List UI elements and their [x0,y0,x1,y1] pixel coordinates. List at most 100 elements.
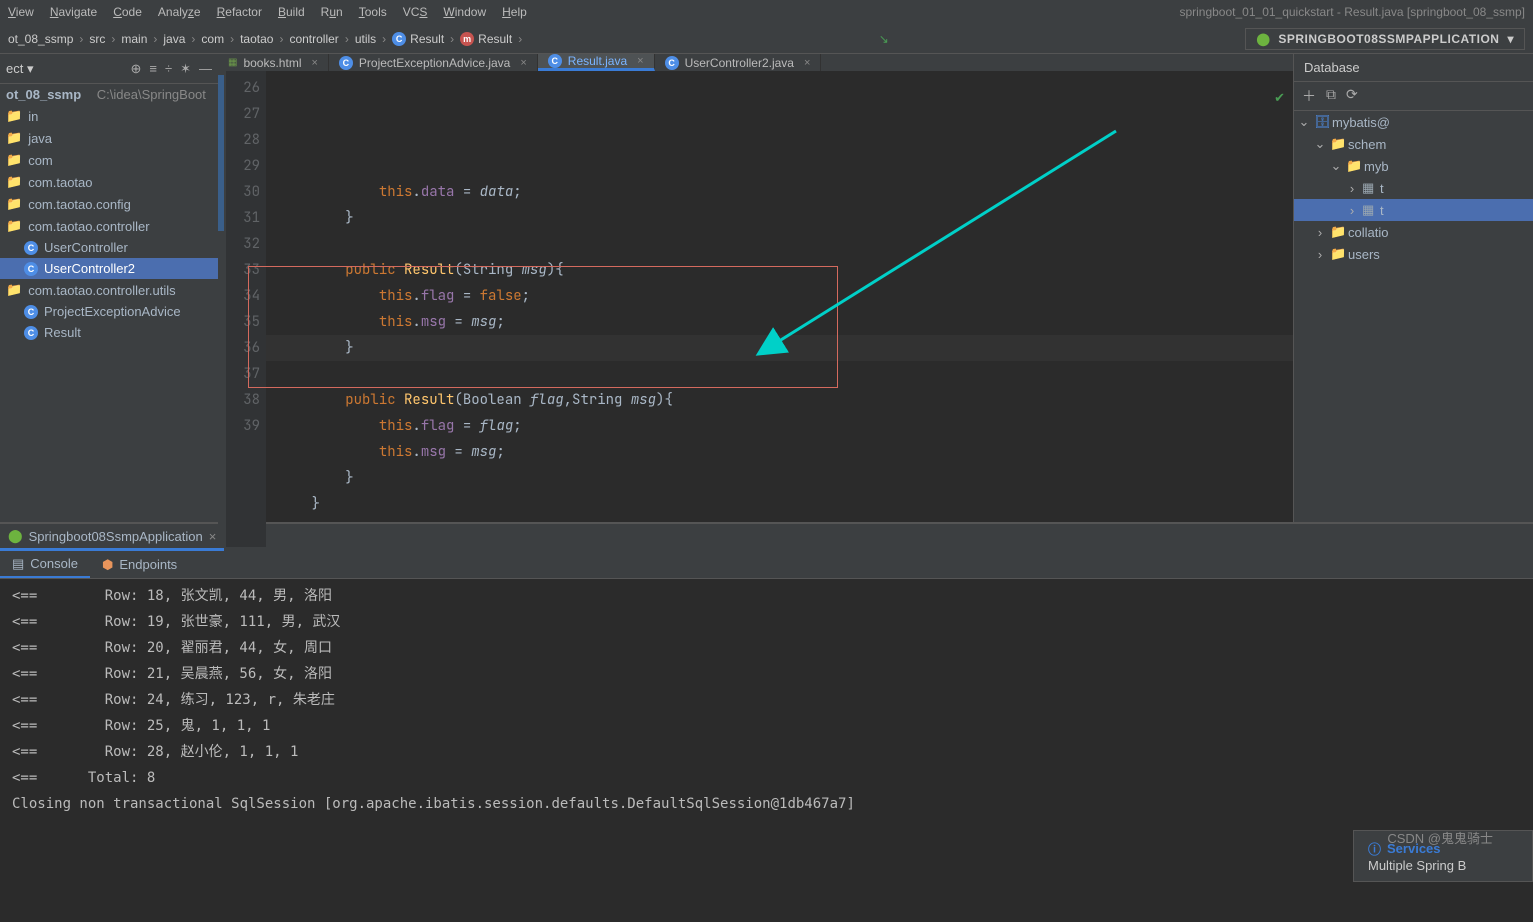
menu-item[interactable]: Navigate [50,5,97,19]
db-item-label: users [1348,247,1380,262]
class-icon: C [548,54,562,68]
run-tool-window: ⬤ Springboot08SsmpApplication × ▤Console… [0,522,1533,882]
db-tree-item[interactable]: ⌄🗄mybatis@ [1294,111,1533,133]
menu-item[interactable]: Code [113,5,142,19]
tree-item[interactable]: 📁com [0,149,218,171]
code-editor[interactable]: 2627282930313233343536373839 this.data =… [218,71,1293,547]
breadcrumb-item[interactable]: java [163,32,185,46]
change-marker-gutter [218,71,226,547]
chevron-down-icon: ▾ [1507,32,1514,46]
breadcrumb-item[interactable]: src [89,32,105,46]
chevron-icon: › [1346,203,1358,218]
menu-item[interactable]: Tools [359,5,387,19]
breadcrumb-item[interactable]: CResult [392,32,444,46]
editor-tab[interactable]: C Result.java × [538,54,655,71]
tree-item[interactable]: 📁 in [0,105,218,127]
editor-tabs: ▦books.html×CProjectExceptionAdvice.java… [218,54,1293,71]
breadcrumb-item[interactable]: controller [289,32,338,46]
tree-item[interactable]: CProjectExceptionAdvice [0,301,218,322]
breadcrumb-item[interactable]: main [121,32,147,46]
refresh-icon[interactable]: ⟳ [1346,86,1358,106]
tool-window-tab[interactable]: ▤Console [0,552,90,578]
editor-tab[interactable]: ▦books.html× [218,54,329,71]
tree-item-label: in [28,109,38,124]
console-output[interactable]: <== Row: 18, 张文凯, 44, 男, 洛阳 <== Row: 19,… [0,579,1533,882]
menu-item[interactable]: Window [443,5,486,19]
breadcrumb-item[interactable]: mResult [460,32,512,46]
folder-icon: 📁 [1330,246,1344,262]
db-tree-item[interactable]: ⌄📁schem [1294,133,1533,155]
tab-label: Result.java [568,54,627,68]
tree-item[interactable]: 📁 java [0,127,218,149]
tree-item-label: UserController2 [44,261,135,276]
db-tree-item[interactable]: ›📁collatio [1294,221,1533,243]
breadcrumb-item[interactable]: com [201,32,224,46]
menu-item[interactable]: View [8,5,34,19]
breadcrumb-item[interactable]: taotao [240,32,273,46]
run-tab[interactable]: ⬤ Springboot08SsmpApplication × [0,524,224,551]
tree-item-label: java [28,131,52,146]
close-icon[interactable]: × [804,57,810,69]
folder-icon: 📁 [1330,224,1344,240]
menu-item[interactable]: Build [278,5,305,19]
menu-item[interactable]: Analyze [158,5,201,19]
class-icon: C [24,241,38,255]
db-item-label: t [1380,203,1384,218]
duplicate-icon[interactable]: ⧉ [1326,86,1336,106]
close-icon[interactable]: × [637,55,643,67]
tree-item[interactable]: 📁com.taotao.controller.utils [0,279,218,301]
tree-item[interactable]: 📁 com.taotao [0,171,218,193]
chevron-icon: › [1314,247,1326,262]
db-tree-item[interactable]: ⌄📁 myb [1294,155,1533,177]
console-icon: ▤ [12,556,24,572]
folder-icon: 📁 [1330,136,1344,152]
tree-item[interactable]: 📁com.taotao.controller [0,215,218,237]
db-item-label: myb [1364,159,1389,174]
folder-icon: 📁 [6,130,22,146]
menu-item[interactable]: Refactor [217,5,262,19]
package-icon: 📁 [6,196,22,212]
collapse-icon[interactable]: ÷ [165,61,172,77]
breadcrumb-item[interactable]: ot_08_ssmp [8,32,73,46]
target-icon[interactable]: ⊕ [130,61,141,77]
package-icon: 📁 [6,282,22,298]
line-number-gutter: 2627282930313233343536373839 [226,71,266,547]
db-tree-item[interactable]: ›▦t [1294,199,1533,221]
close-icon[interactable]: × [209,529,217,544]
folder-icon: 📁 [1346,158,1360,174]
editor-area: ▦books.html×CProjectExceptionAdvice.java… [218,54,1293,522]
project-root[interactable]: ot_08_ssmp C:\idea\SpringBoot [0,84,218,105]
class-icon: C [24,326,38,340]
tree-item-label: com.taotao [28,175,92,190]
chevron-icon: ⌄ [1330,158,1342,174]
folder-icon: 📁 [6,108,22,124]
class-icon: C [24,305,38,319]
tree-item[interactable]: CUserController2 [0,258,218,279]
editor-tab[interactable]: CUserController2.java× [655,54,822,71]
tree-item[interactable]: 📁com.taotao.config [0,193,218,215]
tree-item[interactable]: CUserController [0,237,218,258]
menu-item[interactable]: VCS [403,5,428,19]
run-configuration-dropdown[interactable]: ⬤ SPRINGBOOT08SSMPAPPLICATION ▾ [1245,28,1525,50]
project-view-label[interactable]: ect ▾ [6,61,33,77]
settings-icon[interactable]: ✶ [180,61,191,77]
editor-tab[interactable]: CProjectExceptionAdvice.java× [329,54,538,71]
build-hammer-icon[interactable]: ↘ [879,32,889,46]
close-icon[interactable]: × [311,57,317,69]
tree-item-label: com [28,153,53,168]
expand-icon[interactable]: ≡ [149,61,157,77]
tree-item-label: Result [44,325,81,340]
menu-item[interactable]: Help [502,5,527,19]
chevron-icon: › [1314,225,1326,240]
hide-icon[interactable]: — [199,61,212,77]
tree-item[interactable]: C Result [0,322,218,343]
add-datasource-icon[interactable]: ＋ [1302,86,1316,106]
db-tree-item[interactable]: › 📁 users [1294,243,1533,265]
class-icon: C [339,56,353,70]
tool-window-tab[interactable]: ⬢Endpoints [90,553,189,577]
db-tree-item[interactable]: ›▦t [1294,177,1533,199]
breadcrumb-item[interactable]: utils [355,32,376,46]
close-icon[interactable]: × [520,57,526,69]
menu-item[interactable]: Run [321,5,343,19]
package-icon: 📁 [6,174,22,190]
